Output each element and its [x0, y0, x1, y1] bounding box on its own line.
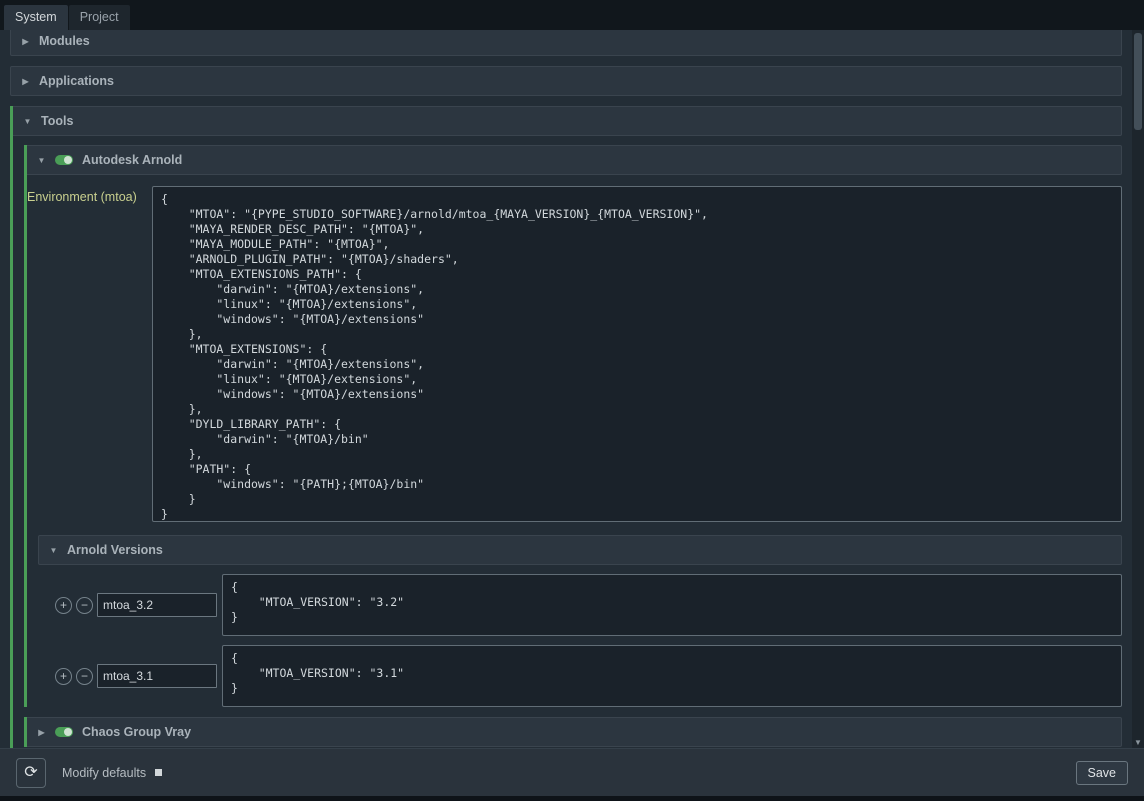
section-tools: ▼ Tools ▼ Autodesk Arnold Environment (m… [10, 106, 1122, 748]
settings-scroll-area: ▶ Modules ▶ Applications ▼ Tools ▼ [0, 30, 1132, 748]
modify-defaults-checkbox[interactable] [155, 769, 162, 776]
section-modules-header[interactable]: ▶ Modules [10, 30, 1122, 56]
section-tools-header[interactable]: ▼ Tools [13, 106, 1122, 136]
chevron-right-icon: ▶ [37, 728, 46, 737]
chevron-right-icon: ▶ [21, 37, 30, 46]
section-tools-label: Tools [41, 114, 73, 128]
arnold-group-header[interactable]: ▼ Autodesk Arnold [27, 145, 1122, 175]
version-row: + − { "MTOA_VERSION": "3.1" } [55, 645, 1122, 707]
scrollbar-down-arrow-icon[interactable]: ▼ [1132, 738, 1144, 747]
vray-group-label: Chaos Group Vray [82, 725, 191, 739]
chevron-down-icon: ▼ [23, 117, 32, 126]
version-json-textarea[interactable]: { "MTOA_VERSION": "3.2" } [222, 574, 1122, 636]
tab-project[interactable]: Project [69, 5, 130, 30]
tab-bar: System Project [0, 0, 1144, 30]
refresh-icon: ⟳ [24, 765, 37, 781]
add-item-button[interactable]: + [55, 668, 72, 685]
refresh-button[interactable]: ⟳ [16, 758, 46, 788]
version-json-textarea[interactable]: { "MTOA_VERSION": "3.1" } [222, 645, 1122, 707]
arnold-versions-header[interactable]: ▼ Arnold Versions [38, 535, 1122, 565]
environment-mtoa-label: Environment (mtoa) [27, 186, 147, 204]
chevron-down-icon: ▼ [49, 546, 58, 555]
section-applications-label: Applications [39, 74, 114, 88]
window-bottom-edge [0, 796, 1144, 801]
section-modules-label: Modules [39, 34, 90, 48]
remove-item-button[interactable]: − [76, 668, 93, 685]
vertical-scrollbar[interactable]: ▼ [1132, 30, 1144, 748]
add-item-button[interactable]: + [55, 597, 72, 614]
arnold-group-label: Autodesk Arnold [82, 153, 182, 167]
scrollbar-thumb[interactable] [1134, 33, 1142, 130]
section-applications-header[interactable]: ▶ Applications [10, 66, 1122, 96]
version-row: + − { "MTOA_VERSION": "3.2" } [55, 574, 1122, 636]
environment-json-textarea[interactable]: { "MTOA": "{PYPE_STUDIO_SOFTWARE}/arnold… [152, 186, 1122, 522]
arnold-group: ▼ Autodesk Arnold Environment (mtoa) { "… [24, 145, 1122, 707]
version-key-input[interactable] [97, 593, 217, 617]
arnold-versions-label: Arnold Versions [67, 543, 163, 557]
remove-item-button[interactable]: − [76, 597, 93, 614]
environment-row: Environment (mtoa) { "MTOA": "{PYPE_STUD… [27, 186, 1122, 522]
chevron-down-icon: ▼ [37, 156, 46, 165]
footer-bar: ⟳ Modify defaults Save [0, 748, 1144, 796]
enabled-toggle-icon[interactable] [55, 155, 73, 165]
vray-group-header[interactable]: ▶ Chaos Group Vray [27, 717, 1122, 747]
vray-group: ▶ Chaos Group Vray [24, 717, 1122, 747]
modify-defaults-label: Modify defaults [62, 766, 146, 780]
chevron-right-icon: ▶ [21, 77, 30, 86]
save-button[interactable]: Save [1076, 761, 1129, 785]
settings-window: System Project ▶ Modules ▶ Applications … [0, 0, 1144, 801]
tab-system[interactable]: System [4, 5, 68, 30]
tools-body: ▼ Autodesk Arnold Environment (mtoa) { "… [13, 136, 1122, 748]
version-key-input[interactable] [97, 664, 217, 688]
enabled-toggle-icon[interactable] [55, 727, 73, 737]
arnold-body: Environment (mtoa) { "MTOA": "{PYPE_STUD… [27, 186, 1122, 707]
